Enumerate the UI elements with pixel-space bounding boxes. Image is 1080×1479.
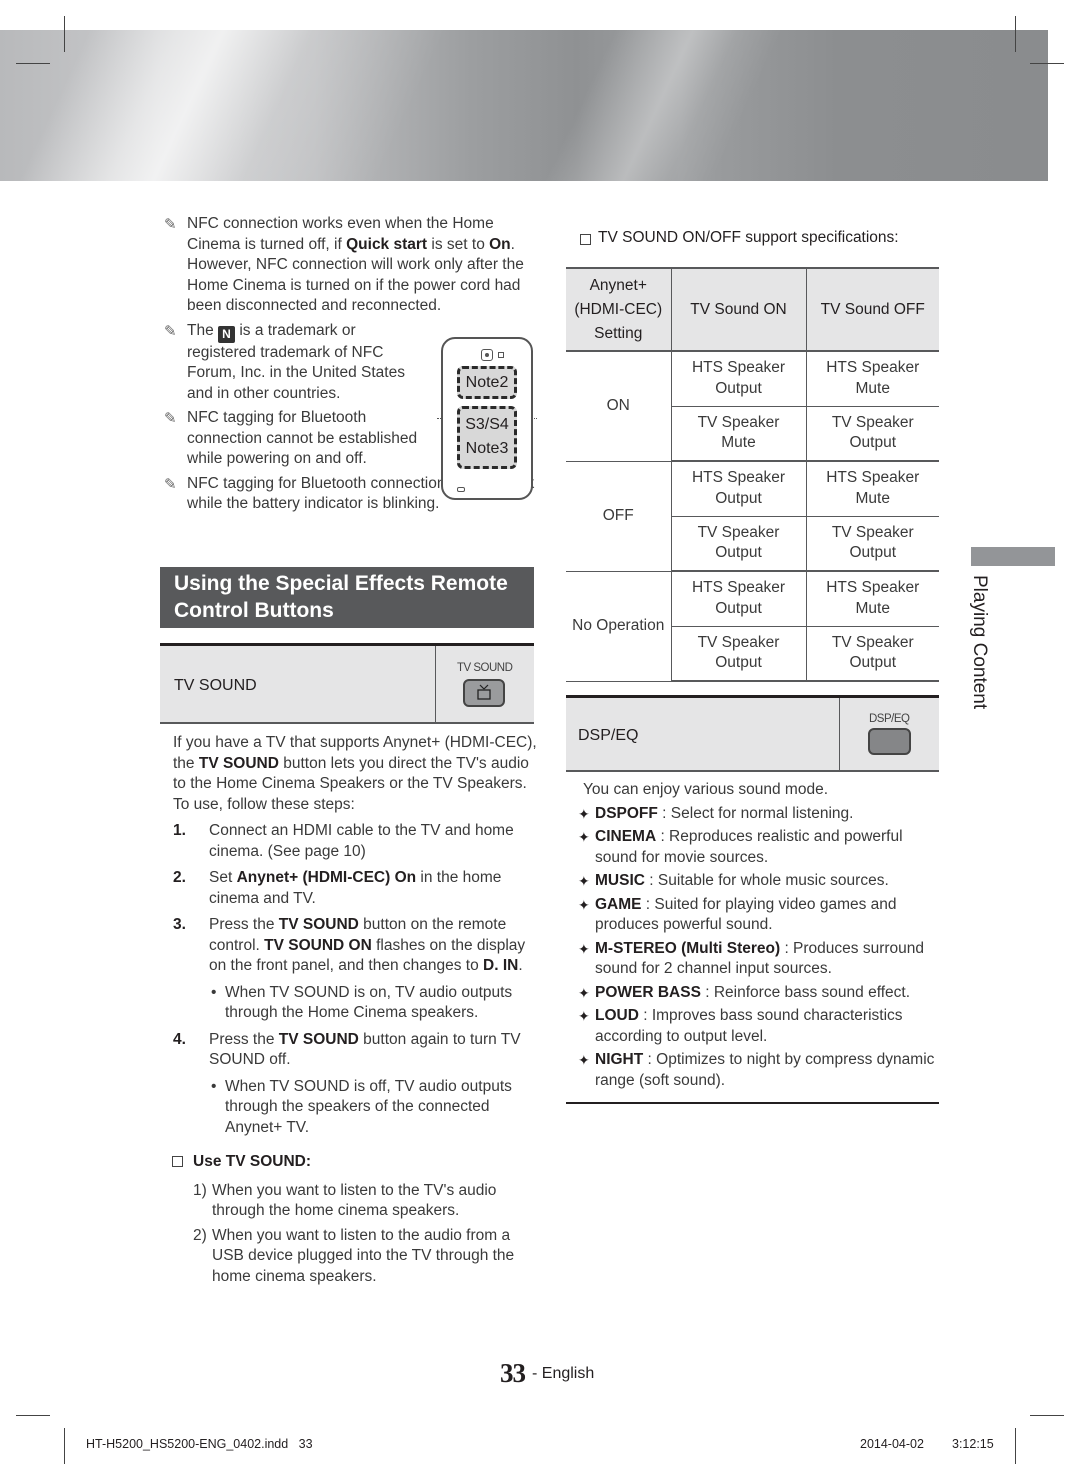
tv-sound-label: TV SOUND: [174, 677, 257, 694]
dsp-mode-item: ✦ POWER BASS : Reinforce bass sound effec…: [578, 983, 938, 1004]
dsp-mode-item: ✦ M-STEREO (Multi Stereo) : Produces surr…: [578, 939, 925, 978]
crop-mark: [64, 16, 65, 52]
table-cell: TV Speaker Output: [805, 406, 939, 462]
section-title: Using the Special Effects Remote Control…: [160, 567, 534, 628]
camera-icon: [481, 349, 493, 361]
page-language: - English: [532, 1365, 595, 1382]
file-slug: HT-H5200_HS5200-ENG_0402.indd 33: [86, 1437, 313, 1451]
setting-cell: OFF: [566, 461, 671, 572]
dsp-eq-label: DSP/EQ: [578, 727, 639, 744]
table-row: ON HTS Speaker Output HTS Speaker Mute: [566, 351, 939, 462]
header-setting: Anynet+ (HDMI-CEC) Setting: [566, 267, 671, 352]
table-cell: HTS Speaker Mute: [805, 571, 939, 627]
box-divider: [839, 698, 840, 770]
bullet-arrow-icon: ✦: [578, 896, 590, 913]
setting-cell: No Operation: [566, 571, 671, 682]
dsp-intro: You can enjoy various sound mode.: [583, 781, 829, 798]
print-date: 2014-04-02: [860, 1437, 924, 1451]
print-time: 3:12:15: [952, 1437, 994, 1451]
checkbox-square-icon: [172, 1156, 183, 1167]
page-number: 33: [500, 1358, 526, 1388]
table-cell: TV Speaker Mute: [670, 406, 806, 462]
note-pencil-icon: ✎: [164, 216, 177, 233]
crop-mark: [16, 1415, 50, 1416]
table-cell: TV Speaker Output: [805, 516, 939, 572]
setting-cell: ON: [566, 351, 671, 462]
dsp-mode-item: ✦ CINEMA : Reproduces realistic and power…: [578, 828, 903, 866]
use-case-item: 1) When you want to listen to the TV's a…: [193, 1181, 497, 1220]
table-row: OFF HTS Speaker Output HTS Speaker Mute: [566, 461, 939, 572]
home-button-icon: [457, 487, 465, 492]
table-cell: TV Speaker Output: [670, 626, 806, 682]
tv-sound-box: TV SOUND TV SOUND: [160, 643, 534, 724]
header-tv-sound-on: TV Sound ON: [670, 267, 806, 352]
step-item: 3. Press the TV SOUND button on the remo…: [173, 916, 526, 974]
nfc-note: ✎ NFC tagging for Bluetooth connection c…: [164, 409, 418, 467]
table-cell: TV Speaker Output: [670, 516, 806, 572]
nfc-area-s3-s4-note3: S3/S4 Note3: [457, 406, 517, 469]
step-item: 4. Press the TV SOUND button again to tu…: [173, 1030, 521, 1069]
crop-mark: [16, 63, 50, 64]
sensor-icon: [498, 352, 504, 358]
tv-sound-button-caption: TV SOUND: [457, 662, 513, 674]
dsp-eq-button-caption: DSP/EQ: [869, 713, 910, 725]
table-row: No Operation HTS Speaker Output HTS Speak…: [566, 571, 939, 682]
nfc-logo-icon: N: [218, 325, 236, 343]
bullet-arrow-icon: ✦: [578, 1008, 590, 1024]
header-banner: [0, 30, 1048, 181]
spec-header-row: Anynet+ (HDMI-CEC) Setting TV Sound ON T…: [566, 267, 939, 352]
side-tab-bar: [971, 547, 1055, 566]
step-item: 1. Connect an HDMI cable to the TV and h…: [173, 822, 514, 860]
note-pencil-icon: ✎: [164, 475, 177, 493]
table-cell: HTS Speaker Mute: [805, 461, 939, 517]
bullet-arrow-icon: ✦: [578, 805, 590, 822]
bullet-arrow-icon: ✦: [578, 829, 590, 845]
dsp-mode-item: ✦ MUSIC : Suitable for whole music source…: [578, 871, 938, 892]
crop-mark: [1030, 63, 1064, 64]
checkbox-square-icon: [580, 234, 591, 245]
nfc-note: ✎ The N is a trademark or registered tra…: [164, 321, 405, 402]
crop-mark: [1015, 1428, 1016, 1464]
dsp-mode-item: ✦ GAME : Suited for playing video games a…: [578, 895, 897, 934]
tv-icon: [477, 684, 491, 700]
use-tv-sound-heading: Use TV SOUND:: [160, 1152, 538, 1173]
table-cell: HTS Speaker Output: [670, 571, 806, 627]
step-bullet: When TV SOUND is off, TV audio outputs t…: [160, 1077, 538, 1139]
dsp-eq-box: DSP/EQ DSP/EQ: [566, 695, 939, 772]
crop-mark: [1015, 16, 1016, 52]
bullet-arrow-icon: ✦: [578, 873, 590, 889]
spec-table: Anynet+ (HDMI-CEC) Setting TV Sound ON T…: [566, 267, 939, 682]
side-tab-label: Playing Content: [969, 575, 990, 710]
dsp-mode-item: ✦ NIGHT : Optimizes to night by compress …: [578, 1051, 935, 1089]
crop-mark: [64, 1428, 65, 1464]
nfc-note: ✎ NFC connection works even when the Hom…: [164, 215, 524, 314]
tv-sound-intro: If you have a TV that supports Anynet+ (…: [173, 734, 537, 813]
crop-mark: [1030, 1415, 1064, 1416]
table-cell: HTS Speaker Output: [670, 351, 806, 407]
bullet-arrow-icon: ✦: [578, 1052, 590, 1068]
box-divider: [435, 646, 436, 722]
section-end-rule: [566, 1102, 939, 1104]
step-item: 2. Set Anynet+ (HDMI-CEC) On in the home…: [173, 869, 502, 907]
header-tv-sound-off: TV Sound OFF: [805, 267, 939, 352]
bullet-arrow-icon: ✦: [578, 940, 590, 957]
dsp-eq-remote-button[interactable]: [868, 728, 911, 755]
bullet-arrow-icon: ✦: [578, 984, 590, 1001]
table-cell: TV Speaker Output: [805, 626, 939, 682]
table-cell: HTS Speaker Output: [670, 461, 806, 517]
nfc-area-note2: Note2: [457, 366, 517, 399]
note-pencil-icon: ✎: [164, 322, 177, 340]
dsp-mode-item: ✦ DSPOFF : Select for normal listening.: [578, 804, 938, 825]
dsp-modes: You can enjoy various sound mode. ✦ DSPOF…: [578, 780, 938, 1094]
step-bullet: When TV SOUND is on, TV audio outputs th…: [160, 983, 538, 1024]
phone-illustration: Note2 S3/S4 Note3: [441, 337, 533, 500]
tv-sound-remote-button[interactable]: [463, 679, 505, 707]
dsp-mode-item: ✦ LOUD : Improves bass sound characterist…: [578, 1007, 903, 1045]
use-case-item: 2) When you want to listen to the audio …: [193, 1226, 515, 1285]
tv-sound-steps: 1. Connect an HDMI cable to the TV and h…: [160, 821, 538, 1291]
note-pencil-icon: ✎: [164, 410, 177, 427]
spec-heading: TV SOUND ON/OFF support specifications:: [576, 229, 899, 247]
table-cell: HTS Speaker Mute: [805, 351, 939, 407]
